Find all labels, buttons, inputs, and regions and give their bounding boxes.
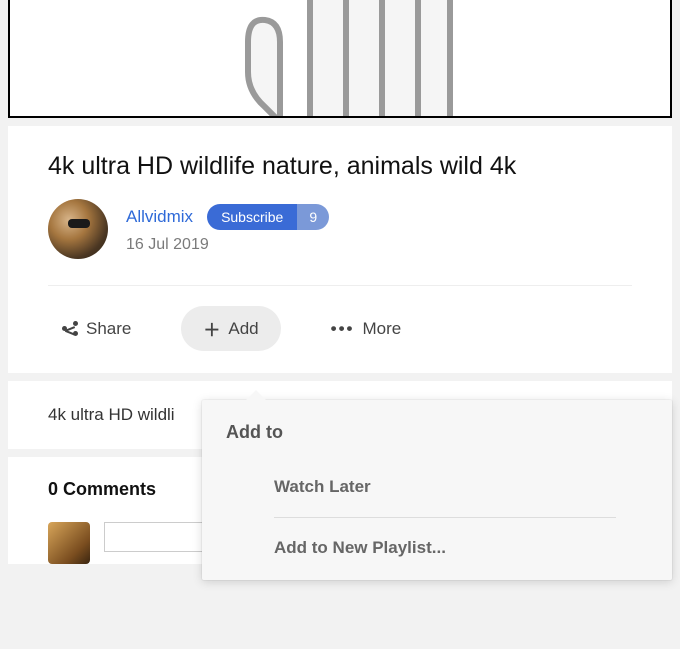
video-player-area[interactable]	[8, 0, 672, 118]
subscribe-count: 9	[297, 204, 329, 230]
share-label: Share	[86, 319, 131, 339]
share-button[interactable]: Share	[48, 311, 145, 347]
subscribe-button[interactable]: Subscribe 9	[207, 204, 329, 230]
dropdown-title: Add to	[202, 400, 672, 457]
video-title: 4k ultra HD wildlife nature, animals wil…	[48, 152, 632, 181]
channel-avatar[interactable]	[48, 199, 108, 259]
more-label: More	[362, 319, 401, 339]
add-label: Add	[228, 319, 258, 339]
dropdown-item-new-playlist[interactable]: Add to New Playlist...	[274, 518, 616, 568]
hand-icon	[210, 0, 470, 118]
more-button[interactable]: ••• More	[317, 311, 416, 347]
add-button[interactable]: ＋ Add	[181, 306, 280, 351]
dots-icon: •••	[331, 319, 355, 339]
description-text: 4k ultra HD wildli	[48, 405, 175, 424]
video-info-card: 4k ultra HD wildlife nature, animals wil…	[8, 126, 672, 373]
channel-name-link[interactable]: Allvidmix	[126, 207, 193, 227]
share-icon	[62, 321, 78, 337]
actions-row: Share ＋ Add ••• More	[48, 286, 632, 373]
channel-meta-row: Allvidmix Subscribe 9 16 Jul 2019	[48, 199, 632, 286]
plus-icon: ＋	[203, 316, 220, 341]
subscribe-label: Subscribe	[207, 204, 297, 230]
dropdown-item-watch-later[interactable]: Watch Later	[274, 457, 616, 518]
user-avatar[interactable]	[48, 522, 90, 564]
upload-date: 16 Jul 2019	[126, 236, 329, 254]
add-to-dropdown: Add to Watch Later Add to New Playlist..…	[202, 400, 672, 580]
